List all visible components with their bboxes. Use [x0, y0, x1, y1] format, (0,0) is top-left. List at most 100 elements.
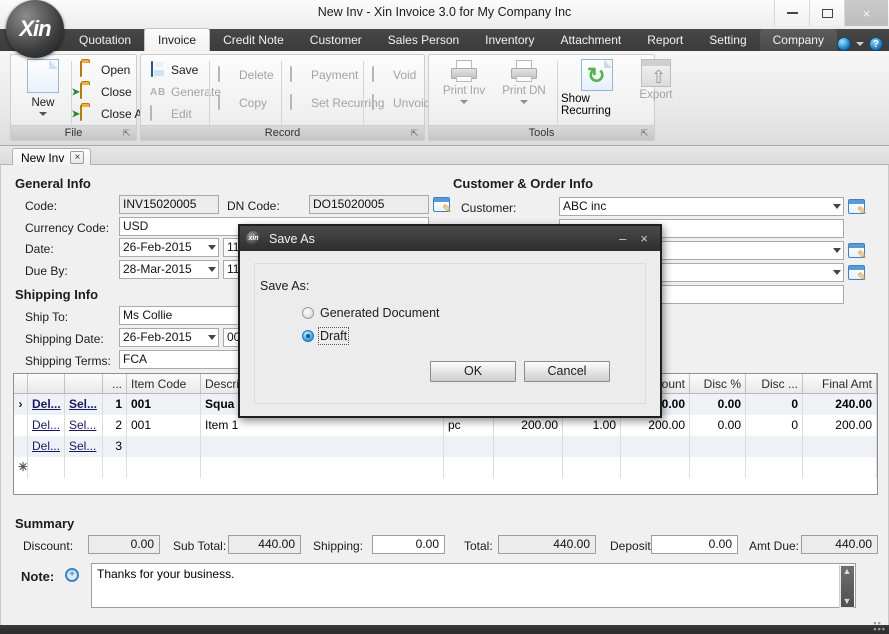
- order-edit-icon[interactable]: [848, 243, 867, 262]
- row-disc-amt[interactable]: [746, 436, 803, 457]
- shipping-date-label: Shipping Date:: [25, 332, 104, 346]
- radio-button-icon[interactable]: [302, 307, 314, 319]
- row-item-code[interactable]: [127, 436, 201, 457]
- row-delete-link[interactable]: Del...: [32, 397, 61, 411]
- customer-value: ABC inc: [563, 199, 607, 213]
- scroll-down-icon[interactable]: ▼: [843, 595, 852, 608]
- folder-close-icon: ➤: [72, 83, 96, 100]
- grid-col-disc-pct: Disc %: [690, 374, 746, 393]
- ribbon-tab-quotation[interactable]: Quotation: [66, 29, 144, 51]
- dn-code-label: DN Code:: [227, 199, 280, 213]
- save-button[interactable]: Save: [147, 59, 198, 81]
- file-dialog-launcher-icon[interactable]: ⇱: [121, 128, 132, 139]
- dialog-close-button[interactable]: ×: [640, 231, 648, 246]
- row-select-link[interactable]: Sel...: [69, 439, 96, 453]
- row-uom[interactable]: pc: [444, 415, 494, 436]
- row-description[interactable]: Item 1: [201, 415, 444, 436]
- resize-grip-icon[interactable]: ▪▪ ▪▪▪: [873, 619, 886, 634]
- ok-button[interactable]: OK: [430, 361, 516, 382]
- chevron-down-icon[interactable]: [855, 42, 864, 46]
- new-document-icon: [27, 59, 59, 93]
- tools-dialog-launcher-icon[interactable]: ⇱: [639, 128, 650, 139]
- minimize-button[interactable]: [774, 0, 809, 26]
- row-delete-link[interactable]: Del...: [32, 439, 60, 453]
- show-recurring-button[interactable]: ↻ Show Recurring: [561, 59, 633, 117]
- chevron-down-icon[interactable]: [208, 335, 216, 340]
- table-row[interactable]: Del... Sel... 2 001 Item 1 pc 200.00 1.0…: [14, 415, 877, 436]
- new-dropdown-icon[interactable]: [39, 112, 47, 116]
- ribbon-tab-credit-note[interactable]: Credit Note: [210, 29, 297, 51]
- ribbon-tab-sales-person[interactable]: Sales Person: [375, 29, 472, 51]
- row-price[interactable]: [494, 436, 563, 457]
- chevron-down-icon[interactable]: [208, 245, 216, 250]
- row-disc-pct[interactable]: [690, 436, 746, 457]
- app-logo: Xin: [6, 0, 64, 58]
- new-button[interactable]: New: [17, 59, 69, 116]
- row-disc-pct[interactable]: 0.00: [690, 394, 746, 415]
- row-description[interactable]: [201, 436, 444, 457]
- deposit-field[interactable]: 0.00: [651, 535, 738, 554]
- ribbon-tab-attachment[interactable]: Attachment: [548, 29, 635, 51]
- record-dialog-launcher-icon[interactable]: ⇱: [409, 128, 420, 139]
- globe-icon[interactable]: [836, 37, 851, 51]
- payment-button: Payment: [287, 64, 358, 86]
- ribbon-tab-report[interactable]: Report: [634, 29, 696, 51]
- row-item-code[interactable]: 001: [127, 415, 201, 436]
- row-disc-amt[interactable]: 0: [746, 415, 803, 436]
- dialog-minimize-button[interactable]: –: [619, 231, 626, 246]
- row-qty[interactable]: [563, 436, 621, 457]
- document-tab-close-icon[interactable]: ×: [70, 151, 85, 164]
- print-dn-button-label: Print DN: [502, 85, 546, 97]
- sales-person-edit-icon[interactable]: [848, 265, 867, 284]
- chevron-down-icon[interactable]: [833, 204, 841, 209]
- close-record-button[interactable]: ➤ Close: [72, 81, 132, 103]
- grid-col-final-amt: Final Amt: [803, 374, 877, 393]
- ribbon-tab-inventory[interactable]: Inventory: [472, 29, 547, 51]
- close-all-button[interactable]: ➤ Close All: [72, 103, 148, 125]
- chevron-down-icon[interactable]: [833, 248, 841, 253]
- maximize-icon: [821, 8, 833, 18]
- cancel-button[interactable]: Cancel: [524, 361, 610, 382]
- open-button[interactable]: Open: [77, 59, 130, 81]
- radio-generated-document[interactable]: Generated Document: [302, 306, 440, 320]
- customer-edit-icon[interactable]: [848, 199, 867, 218]
- discount-field[interactable]: 0.00: [88, 535, 160, 554]
- row-delete-link[interactable]: Del...: [32, 418, 60, 432]
- due-by-field[interactable]: 28-Mar-2015: [119, 260, 219, 279]
- help-icon[interactable]: ?: [868, 37, 883, 51]
- row-select-link[interactable]: Sel...: [69, 397, 97, 411]
- unvoid-button-label: Unvoid: [393, 96, 431, 110]
- row-price[interactable]: 200.00: [494, 415, 563, 436]
- maximize-button[interactable]: [809, 0, 844, 26]
- ribbon-tab-invoice[interactable]: Invoice: [144, 28, 211, 51]
- note-scrollbar[interactable]: ▲ ▼: [839, 565, 854, 608]
- radio-draft[interactable]: Draft: [302, 327, 350, 345]
- shipping-amount-field[interactable]: 0.00: [372, 535, 445, 554]
- table-row[interactable]: Del... Sel... 3: [14, 436, 877, 457]
- ribbon-tab-customer[interactable]: Customer: [297, 29, 375, 51]
- window-controls: ×: [774, 0, 888, 26]
- print-inv-dropdown-icon: [460, 100, 468, 104]
- date-field[interactable]: 26-Feb-2015: [119, 238, 219, 257]
- customer-field[interactable]: ABC inc: [559, 197, 844, 216]
- table-new-row[interactable]: ✳: [14, 457, 877, 478]
- document-tab-new-inv[interactable]: New Inv ×: [12, 148, 92, 166]
- row-select-link[interactable]: Sel...: [69, 418, 96, 432]
- dn-code-edit-icon[interactable]: [433, 197, 452, 216]
- ribbon-tab-setting[interactable]: Setting: [696, 29, 759, 51]
- row-final-amt: 200.00: [803, 415, 877, 436]
- scroll-up-icon[interactable]: ▲: [843, 565, 852, 578]
- note-textarea[interactable]: Thanks for your business. ▲ ▼: [91, 563, 856, 608]
- row-qty[interactable]: 1.00: [563, 415, 621, 436]
- chevron-down-icon[interactable]: [833, 270, 841, 275]
- ribbon-tab-company[interactable]: Company: [759, 29, 837, 51]
- close-button[interactable]: ×: [844, 0, 888, 26]
- chevron-down-icon[interactable]: [208, 267, 216, 272]
- row-uom[interactable]: [444, 436, 494, 457]
- radio-button-selected-icon[interactable]: [302, 330, 314, 342]
- note-zoom-icon[interactable]: +: [65, 568, 79, 582]
- row-disc-amt[interactable]: 0: [746, 394, 803, 415]
- row-disc-pct[interactable]: 0.00: [690, 415, 746, 436]
- shipping-date-field[interactable]: 26-Feb-2015: [119, 328, 219, 347]
- row-item-code[interactable]: 001: [127, 394, 201, 415]
